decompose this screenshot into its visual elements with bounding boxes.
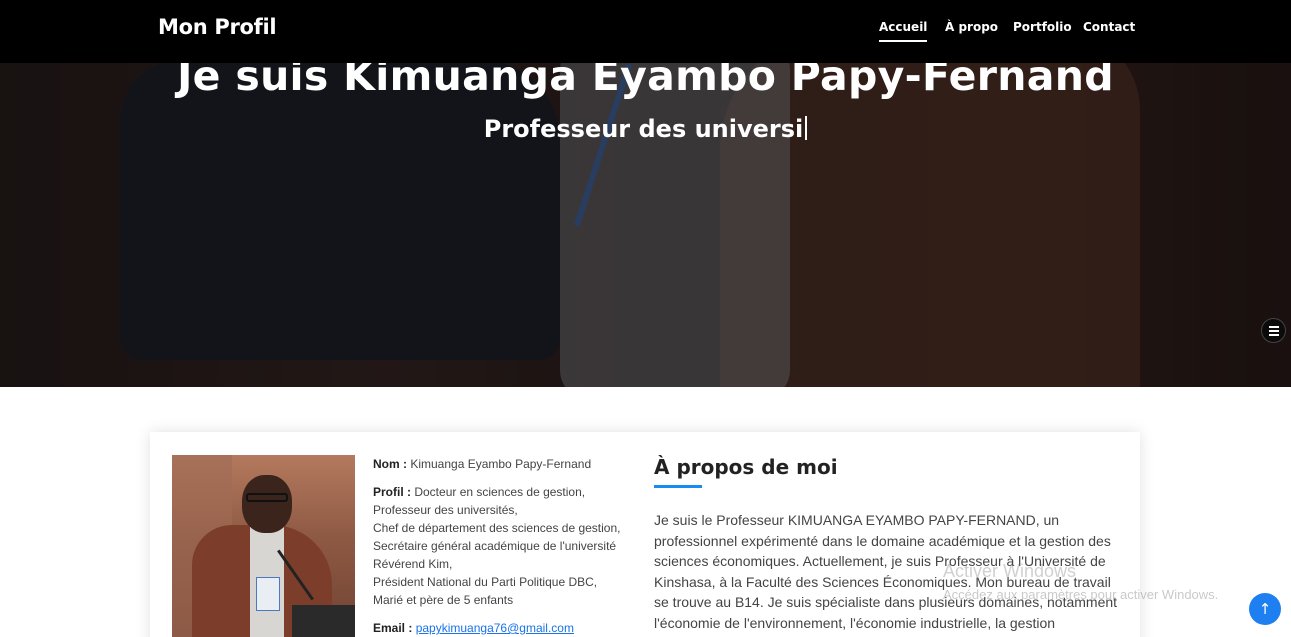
name-value: Kimuanga Eyambo Papy-Fernand	[410, 457, 592, 471]
windows-watermark-subtitle: Accédez aux paramètres pour activer Wind…	[943, 587, 1219, 602]
hero-subtitle: Professeur des universi	[0, 115, 1291, 143]
profile-info: Nom : Kimuanga Eyambo Papy-Fernand Profi…	[373, 455, 638, 637]
email-link[interactable]: papykimuanga76@gmail.com	[416, 621, 574, 635]
menu-lines-icon[interactable]	[1261, 318, 1286, 343]
about-title: À propos de moi	[654, 455, 838, 479]
profil-line: Marié et père de 5 enfants	[373, 593, 514, 607]
info-name-row: Nom : Kimuanga Eyambo Papy-Fernand	[373, 455, 638, 473]
typing-caret	[805, 116, 808, 140]
about-title-underline	[654, 485, 702, 488]
info-profil-row: Profil : Docteur en sciences de gestion,…	[373, 483, 638, 609]
info-email-row: Email : papykimuanga76@gmail.com	[373, 619, 638, 637]
profil-line: Révérend Kim,	[373, 557, 453, 571]
navbar: Mon Profil Accueil À propo Portfolio Con…	[0, 0, 1291, 63]
profil-label: Profil :	[373, 485, 411, 499]
profil-line: Président National du Parti Politique DB…	[373, 575, 598, 589]
profile-photo	[172, 455, 355, 637]
nav-link-portfolio[interactable]: Portfolio	[1013, 20, 1072, 34]
nav-link-contact[interactable]: Contact	[1083, 20, 1135, 34]
hero-subtitle-text: Professeur des universi	[483, 115, 804, 143]
profil-line: Chef de département des sciences de gest…	[373, 521, 621, 535]
profile-card: Nom : Kimuanga Eyambo Papy-Fernand Profi…	[150, 432, 1140, 637]
profil-line: Secrétaire général académique de l'unive…	[373, 539, 617, 553]
email-label: Email :	[373, 621, 413, 635]
profil-line: Professeur des universités,	[373, 503, 518, 517]
back-to-top-button[interactable]: ↑	[1249, 593, 1281, 625]
name-label: Nom :	[373, 457, 407, 471]
profil-line: Docteur en sciences de gestion,	[414, 485, 586, 499]
nav-link-apropos[interactable]: À propo	[945, 20, 998, 34]
arrow-up-icon: ↑	[1258, 600, 1272, 618]
nav-link-accueil[interactable]: Accueil	[879, 20, 928, 42]
brand-logo[interactable]: Mon Profil	[158, 15, 277, 39]
windows-watermark-title: Activer Windows	[943, 561, 1077, 581]
